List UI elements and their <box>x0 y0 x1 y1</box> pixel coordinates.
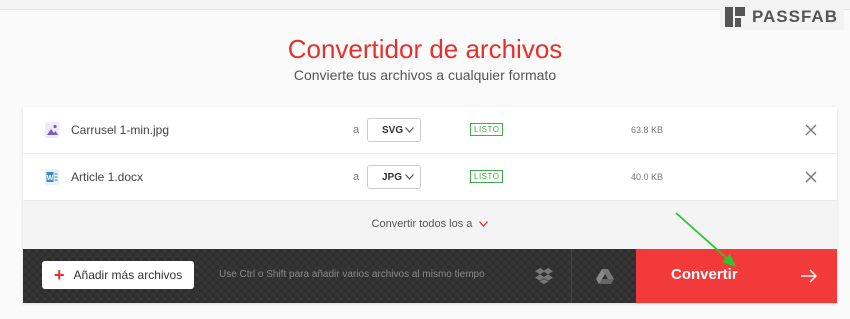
word-file-icon: W <box>45 169 59 185</box>
format-select[interactable]: JPG <box>367 165 421 189</box>
chevron-down-icon <box>405 174 414 180</box>
watermark-text: PASSFAB <box>751 7 838 26</box>
converter-card: Carrusel 1-min.jpg a SVG LISTO 63.8 KB W… <box>23 107 837 303</box>
convert-label: Convertir <box>671 266 738 283</box>
multi-select-hint: Use Ctrl o Shift para añadir varios arch… <box>219 269 485 280</box>
google-drive-icon <box>595 268 614 284</box>
chevron-down-icon <box>405 127 414 133</box>
to-label: a <box>353 171 360 183</box>
file-size: 63.8 KB <box>631 125 664 135</box>
convert-button[interactable]: Convertir <box>636 249 837 303</box>
page-subtitle: Convierte tus archivos a cualquier forma… <box>293 67 557 83</box>
remove-file-icon[interactable] <box>803 169 819 185</box>
dropbox-button[interactable] <box>517 249 571 303</box>
add-files-button[interactable]: + Añadir más archivos <box>42 261 194 289</box>
file-name: Article 1.docx <box>71 170 144 184</box>
image-file-icon <box>45 122 59 138</box>
add-files-label: Añadir más archivos <box>73 268 183 282</box>
to-label: a <box>353 124 360 136</box>
file-size: 40.0 KB <box>631 172 664 182</box>
status-badge: LISTO <box>470 170 504 183</box>
file-row: W Article 1.docx a JPG LISTO 40.0 KB <box>23 154 837 201</box>
dropbox-icon <box>535 268 553 284</box>
chevron-down-icon <box>479 221 489 228</box>
passfab-logo-icon <box>724 7 745 27</box>
google-drive-button[interactable] <box>571 249 637 303</box>
convert-all-label: Convertir todos los a <box>371 218 473 230</box>
remove-file-icon[interactable] <box>803 122 819 138</box>
format-value: SVG <box>382 124 404 136</box>
file-row: Carrusel 1-min.jpg a SVG LISTO 63.8 KB <box>23 107 837 154</box>
convert-all-dropdown[interactable]: Convertir todos los a <box>23 218 837 230</box>
page-title: Convertidor de archivos <box>287 34 563 64</box>
convert-all-bar: Convertir todos los a <box>23 201 837 249</box>
passfab-watermark: PASSFAB <box>719 4 844 30</box>
format-select[interactable]: SVG <box>367 118 421 142</box>
action-bar: + Añadir más archivos Use Ctrl o Shift p… <box>23 249 837 303</box>
format-value: JPG <box>382 171 403 183</box>
status-badge: LISTO <box>470 123 504 136</box>
svg-text:W: W <box>47 175 54 182</box>
arrow-right-icon <box>801 269 817 283</box>
file-name: Carrusel 1-min.jpg <box>71 123 170 137</box>
plus-icon: + <box>54 265 65 285</box>
